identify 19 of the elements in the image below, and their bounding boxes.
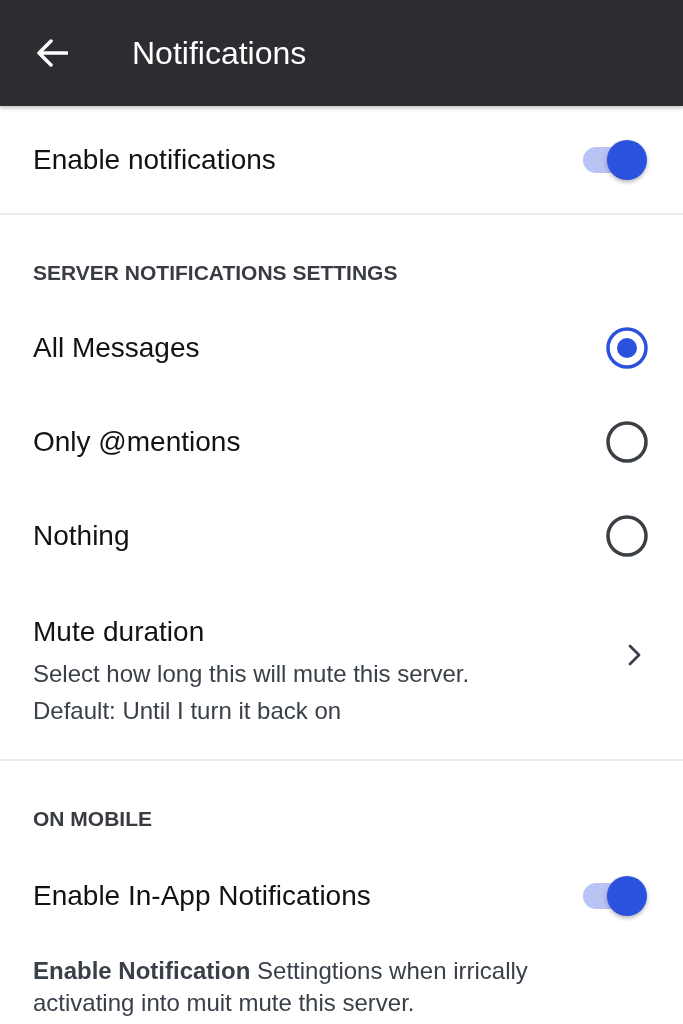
option-label: Nothing bbox=[33, 519, 130, 553]
option-label: All Messages bbox=[33, 331, 200, 365]
setting-description: Enable Notification Settingtions when irrically activating into muit mute this server. bbox=[33, 956, 529, 1018]
radio-button[interactable] bbox=[606, 421, 648, 463]
section-heading: SERVER NOTIFICATIONS SETTINGS bbox=[33, 260, 398, 286]
chevron-right-icon[interactable] bbox=[628, 644, 641, 666]
radio-button[interactable] bbox=[606, 327, 648, 369]
radio-button[interactable] bbox=[606, 515, 648, 557]
setting-title: Mute duration bbox=[33, 615, 205, 649]
section-heading: ON MOBILE bbox=[33, 806, 152, 832]
setting-description: Default: Until I turn it back on bbox=[33, 696, 342, 726]
option-label: Only @mentions bbox=[33, 425, 241, 459]
setting-label: Enable In-App Notifications bbox=[33, 879, 371, 913]
toggle-switch[interactable] bbox=[583, 138, 648, 181]
screen-title: Notifications bbox=[132, 34, 307, 73]
toggle-switch[interactable] bbox=[583, 875, 648, 917]
setting-label: Enable notifications bbox=[33, 142, 276, 177]
setting-description: Select how long this will mute this server. bbox=[33, 659, 470, 689]
back-arrow-icon[interactable] bbox=[36, 39, 68, 67]
